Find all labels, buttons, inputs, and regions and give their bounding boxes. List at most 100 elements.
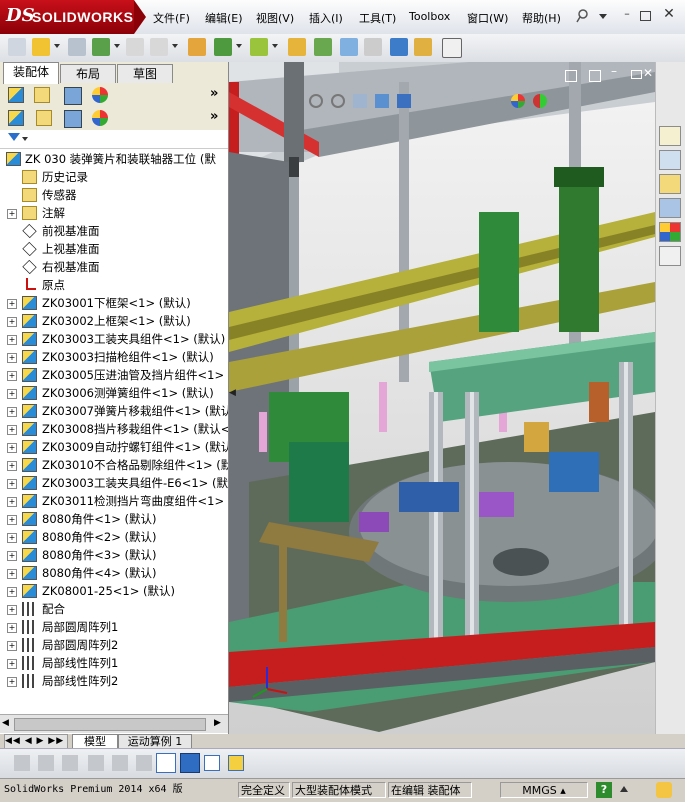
save-icon[interactable] bbox=[228, 755, 244, 771]
sketch-icon[interactable] bbox=[156, 753, 176, 773]
menu-edit[interactable]: 编辑(E) bbox=[205, 10, 243, 26]
viewport-minimize-icon[interactable]: – bbox=[611, 64, 617, 78]
bom-icon[interactable] bbox=[414, 38, 432, 56]
expand-icon[interactable]: + bbox=[7, 209, 17, 219]
units-selector[interactable]: MMGS ▴ bbox=[500, 782, 588, 798]
double-chevron-icon[interactable]: » bbox=[210, 109, 218, 124]
tree-item[interactable]: +8080角件<2> (默认) bbox=[0, 528, 228, 546]
restore-icon[interactable] bbox=[640, 11, 651, 21]
menu-window[interactable]: 窗口(W) bbox=[467, 10, 508, 26]
tree-root[interactable]: ZK 030 装弹簧片和装联轴器工位 (默 bbox=[0, 150, 228, 168]
double-chevron-icon[interactable]: » bbox=[210, 86, 218, 101]
tree-item[interactable]: 历史记录 bbox=[0, 168, 228, 186]
smart-fasteners-icon[interactable] bbox=[250, 38, 268, 56]
chevron-down-icon[interactable] bbox=[236, 44, 242, 48]
print-icon[interactable] bbox=[126, 38, 144, 56]
tree-item[interactable]: + ZK03003扫描枪组件<1> (默认) bbox=[0, 348, 228, 366]
cube-icon[interactable] bbox=[180, 753, 200, 773]
tree-item[interactable]: 前视基准面 bbox=[0, 222, 228, 240]
expand-icon[interactable]: + bbox=[7, 407, 17, 417]
table-icon[interactable] bbox=[204, 755, 220, 771]
section-view-icon[interactable] bbox=[375, 94, 389, 108]
tree-item[interactable]: +8080角件<3> (默认) bbox=[0, 546, 228, 564]
panel-horizontal-scrollbar[interactable]: ◀ ▶ bbox=[0, 714, 228, 733]
view-palette-icon[interactable] bbox=[659, 198, 681, 218]
feature-tree-icon[interactable] bbox=[8, 87, 24, 103]
property-manager-icon[interactable] bbox=[36, 110, 52, 126]
tab-assembly[interactable]: 装配体 bbox=[3, 62, 59, 84]
notification-icon[interactable] bbox=[656, 782, 672, 798]
expand-icon[interactable]: + bbox=[7, 317, 17, 327]
tree-item[interactable]: + ZK03009自动拧螺钉组件<1> (默认 bbox=[0, 438, 228, 456]
zoom-area-icon[interactable] bbox=[331, 94, 345, 108]
tree-item[interactable]: + ZK03003工装夹具组件-E6<1> (默认 bbox=[0, 474, 228, 492]
viewport-tile-icon[interactable] bbox=[565, 70, 577, 82]
menu-insert[interactable]: 插入(I) bbox=[309, 10, 343, 26]
zoom-to-fit-icon[interactable] bbox=[309, 94, 323, 108]
viewport-split-icon[interactable] bbox=[589, 70, 601, 82]
display-manager-icon[interactable] bbox=[92, 87, 108, 103]
tree-item[interactable]: + 注解 bbox=[0, 204, 228, 222]
scene-icon[interactable] bbox=[533, 94, 547, 108]
tree-item[interactable]: + 局部圆周阵列2 bbox=[0, 636, 228, 654]
expand-icon[interactable]: + bbox=[7, 587, 17, 597]
chevron-up-icon[interactable] bbox=[620, 786, 628, 792]
tab-motion-study[interactable]: 运动算例 1 bbox=[118, 734, 192, 749]
expand-icon[interactable]: + bbox=[7, 533, 17, 543]
rebuild-disabled-icon[interactable] bbox=[14, 755, 30, 771]
view-orientation-icon[interactable] bbox=[397, 94, 411, 108]
tree-item[interactable]: + 配合 bbox=[0, 600, 228, 618]
open-icon[interactable] bbox=[32, 38, 50, 56]
expand-icon[interactable]: + bbox=[7, 299, 17, 309]
expand-icon[interactable]: + bbox=[7, 443, 17, 453]
viewport-close-icon[interactable]: ✕ bbox=[643, 66, 653, 80]
tree-item[interactable]: + ZK03011检测挡片弯曲度组件<1> ( bbox=[0, 492, 228, 510]
previous-view-icon[interactable] bbox=[353, 94, 367, 108]
tree-item[interactable]: + ZK03006测弹簧组件<1> (默认) bbox=[0, 384, 228, 402]
file-explorer-icon[interactable] bbox=[659, 174, 681, 194]
tree-item[interactable]: 上视基准面 bbox=[0, 240, 228, 258]
chevron-down-icon[interactable] bbox=[114, 44, 120, 48]
close-icon[interactable]: ✕ bbox=[662, 7, 676, 21]
hidden-lines-icon[interactable] bbox=[38, 755, 54, 771]
expand-icon[interactable]: + bbox=[7, 353, 17, 363]
expand-icon[interactable]: + bbox=[7, 515, 17, 525]
tab-layout[interactable]: 布局 bbox=[60, 64, 116, 83]
expand-icon[interactable]: + bbox=[7, 335, 17, 345]
tab-model[interactable]: 模型 bbox=[72, 734, 118, 749]
options-icon[interactable] bbox=[150, 38, 168, 56]
tree-item[interactable]: +8080角件<1> (默认) bbox=[0, 510, 228, 528]
chevron-down-icon[interactable] bbox=[599, 14, 607, 19]
mate-icon[interactable] bbox=[214, 38, 232, 56]
expand-icon[interactable]: + bbox=[7, 371, 17, 381]
configuration-icon[interactable] bbox=[64, 110, 82, 128]
solidworks-logo[interactable]: DS SOLIDWORKS bbox=[0, 0, 146, 34]
expand-icon[interactable]: + bbox=[7, 389, 17, 399]
design-library-icon[interactable] bbox=[659, 150, 681, 170]
tree-item[interactable]: 右视基准面 bbox=[0, 258, 228, 276]
expand-icon[interactable]: + bbox=[7, 551, 17, 561]
pin-icon[interactable] bbox=[576, 9, 590, 23]
menu-toolbox[interactable]: Toolbox bbox=[409, 10, 450, 23]
rebuild-icon[interactable] bbox=[92, 38, 110, 56]
move-component-icon[interactable] bbox=[288, 38, 306, 56]
expand-icon[interactable]: + bbox=[7, 569, 17, 579]
tree-item[interactable]: +8080角件<4> (默认) bbox=[0, 564, 228, 582]
tree-item[interactable]: + ZK03008挡片移栽组件<1> (默认<显 bbox=[0, 420, 228, 438]
chevron-down-icon[interactable] bbox=[54, 44, 60, 48]
grid-icon[interactable] bbox=[112, 755, 128, 771]
expand-icon[interactable]: + bbox=[7, 497, 17, 507]
explode-icon[interactable] bbox=[390, 38, 408, 56]
minimize-icon[interactable]: – bbox=[620, 8, 634, 20]
wireframe-icon[interactable] bbox=[62, 755, 78, 771]
appearances-icon[interactable] bbox=[659, 222, 681, 242]
expand-icon[interactable]: + bbox=[7, 461, 17, 471]
tab-navigation-arrows[interactable]: ◀◀ ◀ ▶ ▶▶ bbox=[4, 734, 68, 749]
list-icon[interactable] bbox=[88, 755, 104, 771]
insert-component-icon[interactable] bbox=[188, 38, 206, 56]
menu-file[interactable]: 文件(F) bbox=[153, 10, 190, 26]
help-icon[interactable]: ? bbox=[596, 782, 612, 798]
configuration-icon[interactable] bbox=[64, 87, 82, 105]
expand-icon[interactable]: + bbox=[7, 641, 17, 651]
scroll-left-icon[interactable]: ◀ bbox=[2, 718, 9, 728]
